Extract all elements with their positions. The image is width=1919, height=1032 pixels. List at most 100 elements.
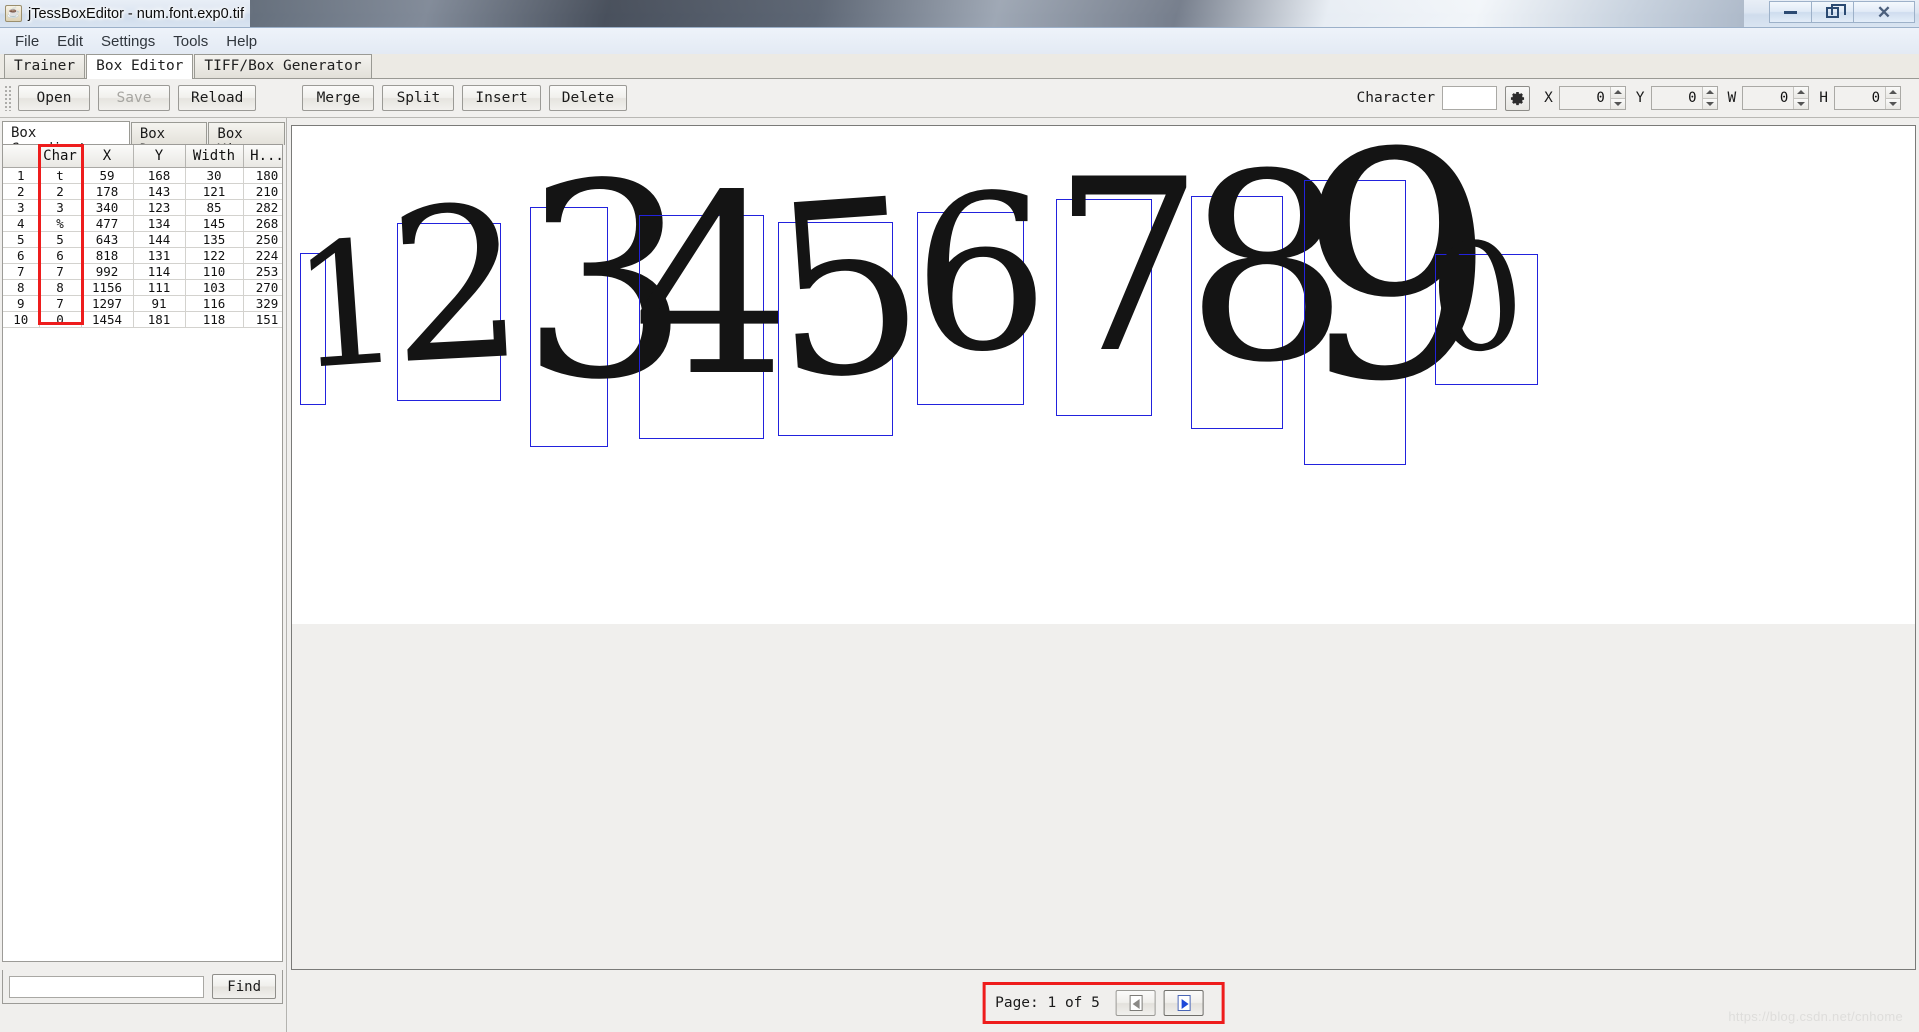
cell-y[interactable]: 143	[133, 183, 185, 199]
cell-x[interactable]: 992	[81, 263, 133, 279]
toolbar-grip[interactable]	[4, 85, 12, 111]
reload-button[interactable]: Reload	[178, 85, 256, 111]
cell-x[interactable]: 59	[81, 167, 133, 183]
cell-height[interactable]: 224	[243, 247, 283, 263]
spinner-h-control[interactable]: 0	[1834, 86, 1901, 110]
cell-char[interactable]: 8	[39, 279, 81, 295]
column-header-height[interactable]: H...	[243, 145, 283, 167]
previous-page-button[interactable]	[1116, 990, 1156, 1016]
column-header-x[interactable]: X	[81, 145, 133, 167]
cell-x[interactable]: 340	[81, 199, 133, 215]
cell-char[interactable]: %	[39, 215, 81, 231]
cell-char[interactable]: 0	[39, 311, 81, 327]
cell-char[interactable]: t	[39, 167, 81, 183]
table-row[interactable]: 9 7 1297 91 116 329	[3, 295, 283, 311]
cell-x[interactable]: 818	[81, 247, 133, 263]
spinner-h-up[interactable]	[1886, 87, 1900, 99]
cell-height[interactable]: 329	[243, 295, 283, 311]
cell-x[interactable]: 178	[81, 183, 133, 199]
menu-item-help[interactable]: Help	[217, 31, 266, 52]
spinner-w-arrows[interactable]	[1793, 87, 1808, 109]
cell-height[interactable]: 268	[243, 215, 283, 231]
cell-height[interactable]: 180	[243, 167, 283, 183]
close-button[interactable]: ✕	[1853, 1, 1915, 23]
subtab-box-view[interactable]: Box View	[208, 122, 285, 145]
cell-x[interactable]: 477	[81, 215, 133, 231]
menu-item-file[interactable]: File	[6, 31, 48, 52]
cell-width[interactable]: 116	[185, 295, 243, 311]
cell-y[interactable]: 114	[133, 263, 185, 279]
cell-height[interactable]: 270	[243, 279, 283, 295]
spinner-y-down[interactable]	[1703, 99, 1717, 110]
next-page-button[interactable]	[1164, 990, 1204, 1016]
character-input[interactable]	[1442, 86, 1497, 110]
subtab-box-data[interactable]: Box Data	[131, 122, 208, 145]
spinner-y-arrows[interactable]	[1702, 87, 1717, 109]
spinner-h-value[interactable]: 0	[1835, 87, 1885, 109]
tiff-image-canvas[interactable]: 1234567890	[292, 126, 1915, 624]
tab-box-editor[interactable]: Box Editor	[86, 54, 193, 79]
table-row[interactable]: 6 6 818 131 122 224	[3, 247, 283, 263]
cell-char[interactable]: 5	[39, 231, 81, 247]
column-header-width[interactable]: Width	[185, 145, 243, 167]
spinner-x-arrows[interactable]	[1610, 87, 1625, 109]
cell-width[interactable]: 135	[185, 231, 243, 247]
table-row[interactable]: 2 2 178 143 121 210	[3, 183, 283, 199]
box-coordinates-table-wrapper[interactable]: Char X Y Width H... 1 t 59 168 30 180 2	[2, 144, 283, 962]
cell-y[interactable]: 123	[133, 199, 185, 215]
tab-trainer[interactable]: Trainer	[4, 54, 85, 78]
delete-button[interactable]: Delete	[549, 85, 627, 111]
table-row[interactable]: 8 8 1156 111 103 270	[3, 279, 283, 295]
cell-y[interactable]: 111	[133, 279, 185, 295]
gear-button[interactable]	[1505, 86, 1530, 111]
menu-item-settings[interactable]: Settings	[92, 31, 164, 52]
cell-x[interactable]: 1454	[81, 311, 133, 327]
spinner-w-value[interactable]: 0	[1743, 87, 1793, 109]
spinner-w-up[interactable]	[1794, 87, 1808, 99]
cell-width[interactable]: 121	[185, 183, 243, 199]
tab-tiff-box-generator[interactable]: TIFF/Box Generator	[194, 54, 371, 78]
cell-width[interactable]: 85	[185, 199, 243, 215]
cell-y[interactable]: 134	[133, 215, 185, 231]
table-row[interactable]: 7 7 992 114 110 253	[3, 263, 283, 279]
cell-height[interactable]: 253	[243, 263, 283, 279]
table-row[interactable]: 4 % 477 134 145 268	[3, 215, 283, 231]
spinner-x-control[interactable]: 0	[1559, 86, 1626, 110]
cell-y[interactable]: 91	[133, 295, 185, 311]
menu-item-edit[interactable]: Edit	[48, 31, 92, 52]
cell-char[interactable]: 7	[39, 263, 81, 279]
find-button[interactable]: Find	[212, 974, 276, 999]
cell-width[interactable]: 145	[185, 215, 243, 231]
table-row[interactable]: 5 5 643 144 135 250	[3, 231, 283, 247]
cell-y[interactable]: 168	[133, 167, 185, 183]
menu-item-tools[interactable]: Tools	[164, 31, 217, 52]
image-scroll-pane[interactable]: 1234567890	[291, 125, 1916, 970]
spinner-x-down[interactable]	[1611, 99, 1625, 110]
cell-y[interactable]: 131	[133, 247, 185, 263]
cell-width[interactable]: 110	[185, 263, 243, 279]
cell-width[interactable]: 118	[185, 311, 243, 327]
cell-x[interactable]: 1156	[81, 279, 133, 295]
column-header-rownum[interactable]	[3, 145, 39, 167]
find-input[interactable]	[9, 976, 204, 998]
spinner-h-arrows[interactable]	[1885, 87, 1900, 109]
cell-height[interactable]: 250	[243, 231, 283, 247]
cell-char[interactable]: 3	[39, 199, 81, 215]
merge-button[interactable]: Merge	[302, 85, 374, 111]
spinner-w-down[interactable]	[1794, 99, 1808, 110]
split-button[interactable]: Split	[382, 85, 454, 111]
open-button[interactable]: Open	[18, 85, 90, 111]
table-row[interactable]: 1 t 59 168 30 180	[3, 167, 283, 183]
cell-y[interactable]: 181	[133, 311, 185, 327]
cell-char[interactable]: 7	[39, 295, 81, 311]
spinner-y-value[interactable]: 0	[1652, 87, 1702, 109]
column-header-y[interactable]: Y	[133, 145, 185, 167]
column-header-char[interactable]: Char	[39, 145, 81, 167]
spinner-h-down[interactable]	[1886, 99, 1900, 110]
spinner-x-value[interactable]: 0	[1560, 87, 1610, 109]
maximize-restore-button[interactable]	[1811, 1, 1854, 23]
spinner-y-up[interactable]	[1703, 87, 1717, 99]
cell-char[interactable]: 6	[39, 247, 81, 263]
spinner-x-up[interactable]	[1611, 87, 1625, 99]
cell-height[interactable]: 210	[243, 183, 283, 199]
